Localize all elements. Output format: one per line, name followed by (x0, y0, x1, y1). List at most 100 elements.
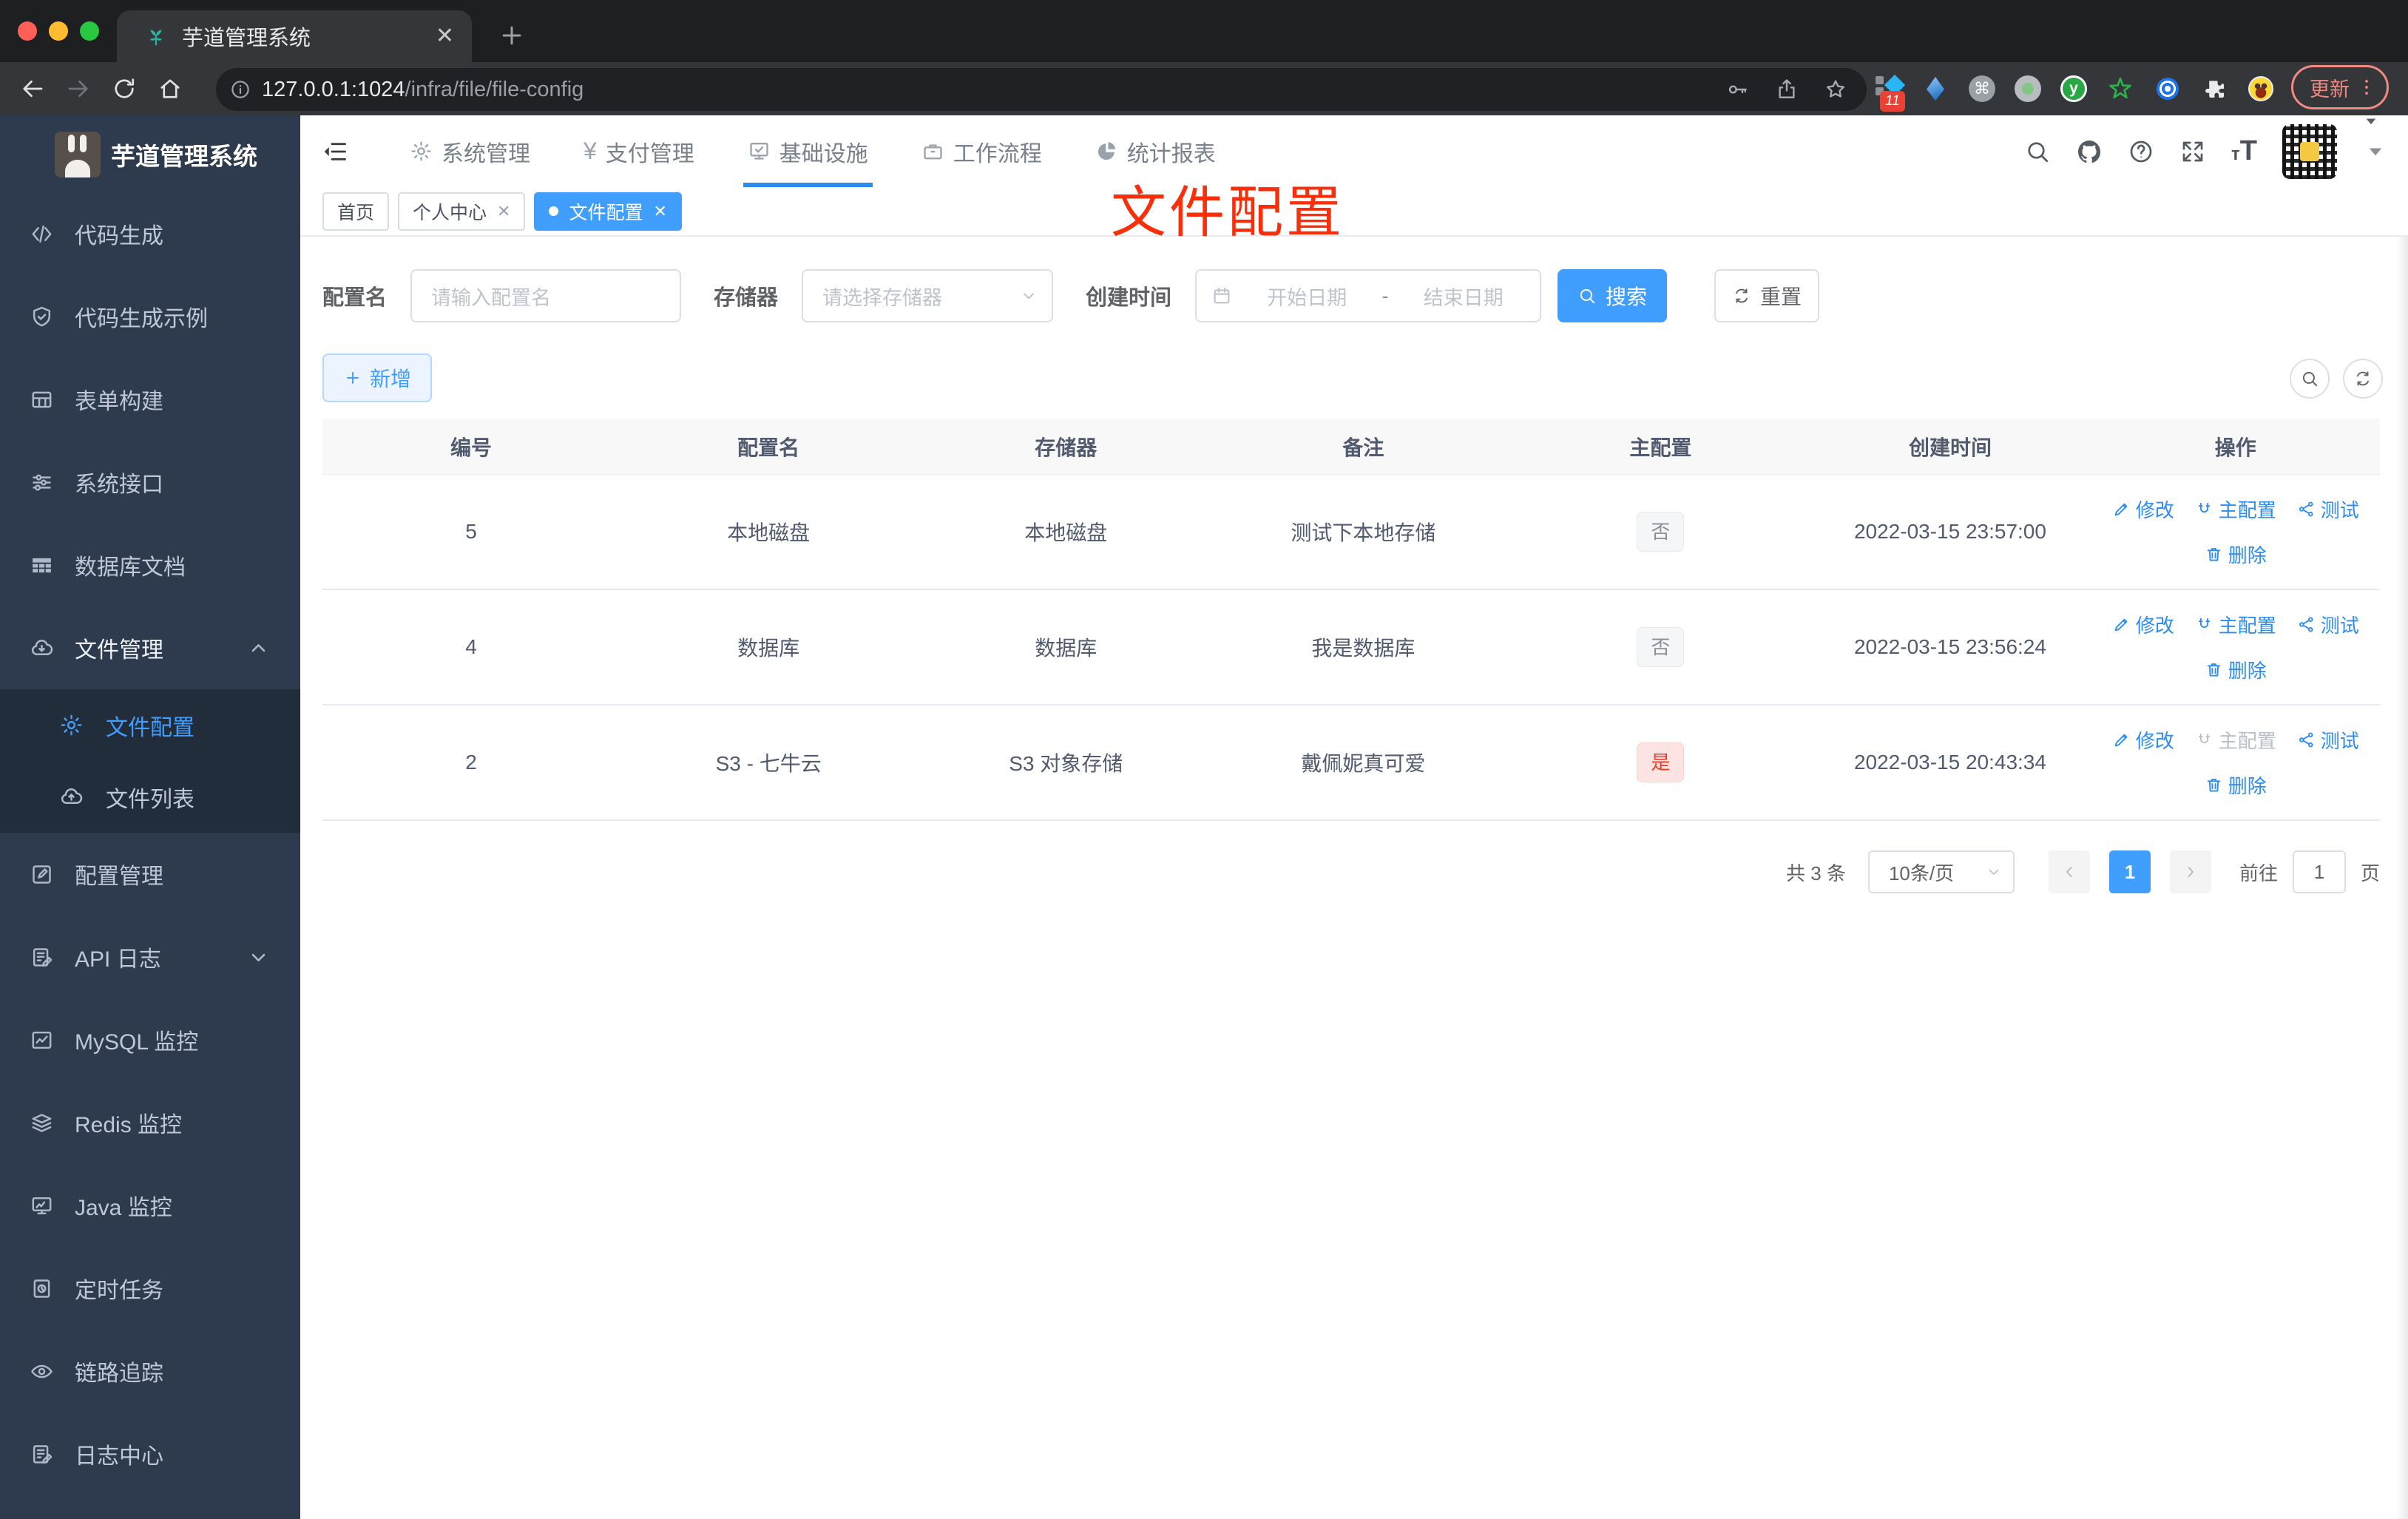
url-bar[interactable]: 127.0.0.1:1024/infra/file/file-config (216, 68, 1867, 111)
sidebar-item-链路追踪[interactable]: 链路追踪 (0, 1330, 300, 1413)
table-refresh-button[interactable] (2343, 359, 2383, 399)
home-icon[interactable] (157, 75, 183, 102)
test-action-label: 测试 (2320, 730, 2359, 752)
back-icon[interactable] (19, 75, 46, 102)
new-tab-button[interactable] (497, 21, 527, 50)
table-search-toggle-button[interactable] (2290, 359, 2330, 399)
help-question-icon[interactable] (2128, 138, 2154, 165)
nav-item-基础设施[interactable]: 基础设施 (743, 115, 873, 187)
next-page-button[interactable] (2169, 850, 2211, 893)
extension-star-icon[interactable] (2106, 75, 2134, 103)
avatar[interactable] (2282, 124, 2337, 179)
edit-action[interactable]: 修改 (2112, 726, 2174, 754)
cloud-up-icon (61, 788, 83, 804)
delete-action[interactable]: 删除 (2205, 541, 2267, 568)
page-size-select[interactable]: 10条/页 (1867, 850, 2015, 893)
sidebar-item-数据库文档[interactable]: 数据库文档 (0, 524, 300, 606)
scrollbar-strip[interactable] (2396, 237, 2408, 1519)
sidebar-item-代码生成示例[interactable]: 代码生成示例 (0, 275, 300, 358)
window-zoom-button[interactable] (80, 21, 99, 41)
sidebar-item-Java 监控[interactable]: Java 监控 (0, 1164, 300, 1247)
goto-page-input[interactable]: 1 (2292, 850, 2346, 893)
table-header-cell: 操作 (2214, 436, 2256, 459)
search-icon[interactable] (2024, 138, 2051, 165)
master-action[interactable]: 主配置 (2195, 611, 2276, 638)
test-action[interactable]: 测试 (2297, 495, 2359, 523)
sidebar-item-MySQL 监控[interactable]: MySQL 监控 (0, 998, 300, 1081)
avatar-caret-down-icon[interactable] (2362, 138, 2389, 165)
sidebar-item-代码生成[interactable]: 代码生成 (0, 192, 300, 275)
extension-y-icon[interactable]: y (2060, 75, 2087, 102)
fullscreen-icon[interactable] (2179, 138, 2206, 165)
master-action-label: 主配置 (2218, 499, 2276, 521)
eye-icon (31, 1364, 53, 1378)
extension-dot-icon[interactable] (2015, 75, 2041, 102)
tab-close-icon[interactable]: ✕ (436, 25, 454, 47)
menu-fold-icon[interactable] (321, 138, 349, 166)
date-range-picker[interactable]: 开始日期 - 结束日期 (1195, 269, 1542, 322)
sidebar-subitem-文件配置[interactable]: 文件配置 (0, 689, 300, 761)
extension-rings-icon[interactable] (2154, 75, 2182, 103)
window-close-button[interactable] (18, 21, 37, 41)
sidebar-item-配置管理[interactable]: 配置管理 (0, 833, 300, 916)
nav-item-工作流程[interactable]: 工作流程 (921, 115, 1042, 187)
font-size-icon[interactable]: тT (2231, 135, 2257, 167)
password-key-icon[interactable] (1726, 78, 1750, 101)
sidebar-item-API 日志[interactable]: API 日志 (0, 916, 300, 998)
app-title: 芋道管理系统 (111, 143, 257, 170)
test-action[interactable]: 测试 (2297, 726, 2359, 754)
extension-pinned-icon[interactable]: 11 (1874, 74, 1906, 112)
storage-placeholder: 请选择存储器 (822, 286, 943, 309)
sidebar-item-系统接口[interactable]: 系统接口 (0, 441, 300, 524)
github-icon[interactable] (2076, 138, 2103, 165)
sidebar-item-文件管理[interactable]: 文件管理 (0, 606, 300, 689)
prev-page-button[interactable] (2048, 850, 2090, 893)
forward-icon[interactable] (65, 75, 92, 102)
chrome-caret-down-icon[interactable] (2361, 111, 2381, 132)
sidebar-item-Redis 监控[interactable]: Redis 监控 (0, 1081, 300, 1164)
share-icon[interactable] (1775, 78, 1799, 101)
edit-action[interactable]: 修改 (2112, 495, 2174, 523)
browser-tab[interactable]: 芋道管理系统 ✕ (117, 10, 472, 62)
add-button[interactable]: 新增 (322, 353, 432, 402)
edit-action[interactable]: 修改 (2112, 611, 2174, 638)
extension-kite-icon[interactable] (1921, 75, 1949, 103)
nav-item-支付管理[interactable]: ¥ 支付管理 (584, 115, 694, 187)
sidebar-item-表单构建[interactable]: 表单构建 (0, 358, 300, 441)
test-action[interactable]: 测试 (2297, 611, 2359, 638)
view-tab-首页[interactable]: 首页 (322, 192, 390, 231)
tags-view-bar: 首页 个人中心 ✕ 文件配置 ✕ (300, 187, 2408, 237)
cell-id: 5 (465, 520, 477, 543)
sidebar-item-定时任务[interactable]: 定时任务 (0, 1247, 300, 1330)
extension-command-icon[interactable]: ⌘ (1969, 75, 1995, 102)
reset-button[interactable]: 重置 (1714, 269, 1820, 322)
config-name-input[interactable]: 请输入配置名 (410, 269, 682, 322)
storage-select[interactable]: 请选择存储器 (802, 269, 1054, 322)
monitor-check-icon (750, 143, 768, 160)
sidebar-item-label: MySQL 监控 (75, 1030, 199, 1055)
master-action[interactable]: 主配置 (2195, 495, 2276, 523)
sidebar-item-日志中心[interactable]: 日志中心 (0, 1413, 300, 1495)
search-button[interactable]: 搜索 (1558, 269, 1668, 322)
current-page-button[interactable]: 1 (2108, 850, 2151, 893)
header-actions: тT (2024, 115, 2389, 187)
table-header-cell: 主配置 (1629, 436, 1692, 459)
delete-action[interactable]: 删除 (2205, 771, 2267, 799)
reload-icon[interactable] (111, 75, 138, 102)
close-tab-icon[interactable]: ✕ (497, 202, 510, 221)
sidebar-subitem-文件列表[interactable]: 文件列表 (0, 761, 300, 833)
extension-emoji-icon[interactable] (2248, 76, 2273, 101)
delete-action[interactable]: 删除 (2205, 656, 2267, 683)
bookmark-star-icon[interactable] (1824, 78, 1847, 101)
site-info-icon[interactable] (229, 78, 251, 101)
view-tab-文件配置[interactable]: 文件配置 ✕ (534, 192, 682, 231)
refresh-icon (2356, 371, 2370, 386)
window-minimize-button[interactable] (49, 21, 68, 41)
browser-update-button[interactable]: 更新 (2291, 65, 2389, 109)
nav-item-系统管理[interactable]: 系统管理 (410, 115, 530, 187)
close-tab-icon[interactable]: ✕ (653, 202, 666, 221)
browser-menu-dots-icon[interactable] (2355, 76, 2378, 98)
view-tab-个人中心[interactable]: 个人中心 ✕ (398, 192, 526, 231)
cell-master: 否 (1512, 512, 1809, 552)
extensions-puzzle-icon[interactable] (2201, 75, 2229, 103)
